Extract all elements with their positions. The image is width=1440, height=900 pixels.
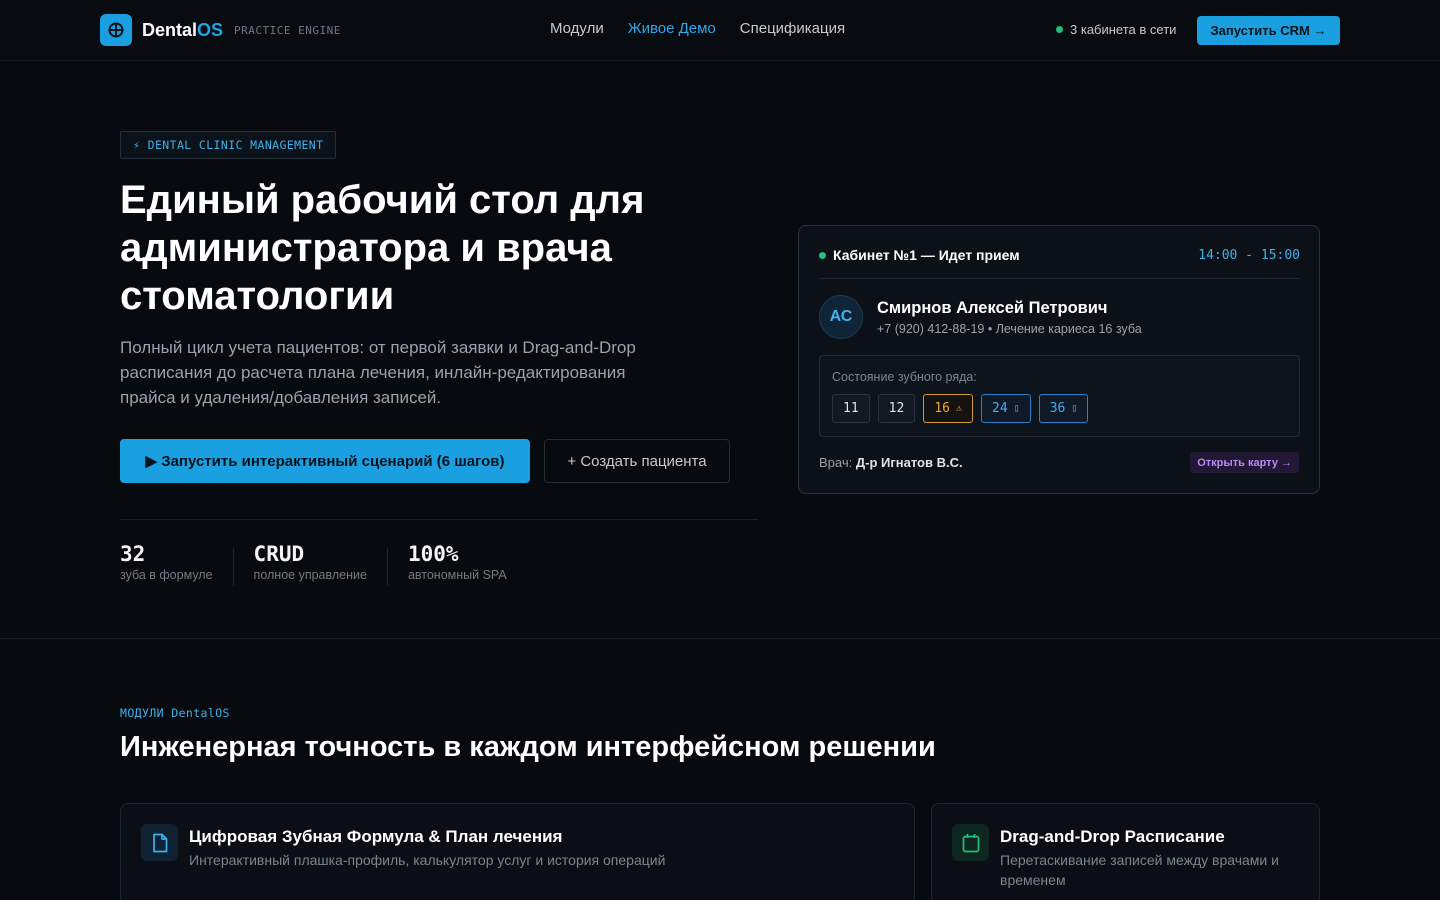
tooth-chip-36[interactable]: 36 ▯ [1038,394,1089,423]
tooth-chip-24[interactable]: 24 ▯ [981,394,1031,423]
stat-crud: CRUD полное управление [253,542,388,586]
nav-link-live-demo[interactable]: Живое Демо [628,20,716,37]
tooth-chip-11[interactable]: 11 [832,394,870,423]
module-name: Цифровая Зубная Формула & План лечения [189,827,563,846]
stat-value: 100% [407,542,459,566]
section-divider [0,638,1440,639]
stat-spa: 100% автономный SPA [407,542,527,586]
tooth-chip-16[interactable]: 16 ⚠ [923,394,973,423]
tooth-number: 16 [934,401,950,416]
doctor-name: Д-р Игнатов В.С. [855,455,963,470]
hero-divider [120,519,758,520]
patient-name: Смирнов Алексей Петрович [877,299,1108,317]
online-status-text: 3 кабинета в сети [1070,22,1177,37]
stat-label: полное управление [253,568,367,582]
top-navbar: DentalOS PRACTICE ENGINE Модули Живое Де… [0,0,1440,61]
tooth-number: 24 [992,401,1008,416]
teeth-status-label: Состояние зубного ряда: [832,370,977,384]
hero-stats: 32 зуба в формуле CRUD полное управление… [120,540,547,586]
calendar-icon [952,824,989,861]
hero-badge: ⚡ DENTAL CLINIC MANAGEMENT [120,131,337,159]
appointment-card: Кабинет №1 — Идет прием 14:00 - 15:00 АС… [798,225,1320,494]
open-card-button[interactable]: Открыть карту → [1190,452,1299,473]
brand-tagline: PRACTICE ENGINE [234,23,341,37]
tooth-number: 12 [888,401,905,416]
teeth-row: 11 12 16 ⚠ 24 ▯ 36 ▯ [832,394,1089,423]
stat-teeth: 32 зуба в формуле [120,542,234,586]
stat-label: зуба в формуле [120,568,213,582]
module-description: Перетаскивание записей между врачами и в… [1000,852,1279,888]
appointment-header: Кабинет №1 — Идет прием 14:00 - 15:00 [819,247,1300,263]
modules-title: Инженерная точность в каждом интерфейсно… [120,731,936,763]
launch-crm-button[interactable]: Запустить CRM → [1197,16,1340,45]
hero-description: Полный цикл учета пациентов: от первой з… [120,338,636,407]
filling-icon: ▯ [1013,403,1020,414]
room-status: Кабинет №1 — Идет прием [833,247,1020,263]
modules-kicker: МОДУЛИ DentalOS [120,706,230,720]
nav-links: Модули Живое Демо Спецификация [550,20,845,37]
tooth-number: 36 [1049,401,1066,416]
module-description: Интерактивный плашка-профиль, калькулято… [189,852,666,868]
online-status: 3 кабинета в сети [1056,22,1176,37]
module-card-dental-formula[interactable]: Цифровая Зубная Формула & План лечения И… [120,803,915,900]
document-icon [141,824,178,861]
hero-title: Единый рабочий стол для администратора и… [120,178,645,318]
teeth-status-panel: Состояние зубного ряда: 11 12 16 ⚠ 24 ▯ 36… [819,355,1300,437]
run-scenario-button[interactable]: ▶ Запустить интерактивный сценарий (6 ша… [120,439,530,483]
brand[interactable]: DentalOS PRACTICE ENGINE [100,14,341,46]
doctor-info: Врач: Д-р Игнатов В.С. [819,455,963,470]
module-name: Drag-and-Drop Расписание [1000,827,1225,846]
patient-avatar: АС [819,295,863,339]
online-dot-icon [1056,26,1063,33]
patient-info: +7 (920) 412-88-19 • Лечение кариеса 16 … [877,322,1142,336]
card-divider [819,278,1300,279]
tooth-logo-icon [100,14,132,46]
tooth-number: 11 [843,401,859,416]
nav-link-modules[interactable]: Модули [550,20,604,37]
create-patient-button[interactable]: + Создать пациента [544,439,730,483]
tooth-chip-12[interactable]: 12 [877,394,916,423]
doctor-prefix: Врач: [819,455,853,470]
stat-label: автономный SPA [407,568,507,582]
active-status-dot-icon [819,251,826,259]
filling-icon: ▯ [1071,403,1078,414]
module-card-schedule[interactable]: Drag-and-Drop Расписание Перетаскивание … [931,803,1320,900]
stat-value: CRUD [253,542,305,566]
appointment-time: 14:00 - 15:00 [1198,247,1300,263]
brand-name: DentalOS [142,19,224,40]
stat-value: 32 [120,542,146,566]
warning-icon: ⚠ [955,403,962,414]
nav-link-specification[interactable]: Спецификация [740,20,845,37]
